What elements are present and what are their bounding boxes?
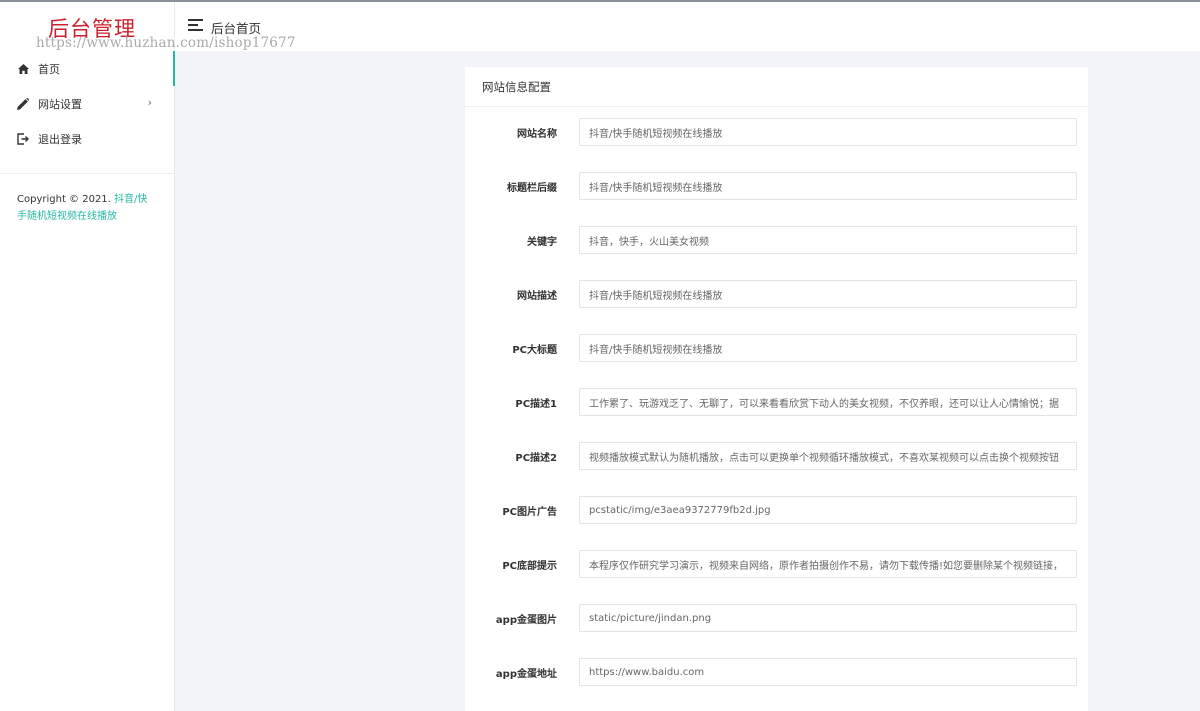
copyright: Copyright © 2021. 抖音/快手随机短视频在线播放 bbox=[0, 174, 174, 225]
field-label: PC描述1 bbox=[515, 399, 557, 410]
form-row-app-egg-url: app金蛋地址 bbox=[465, 658, 1088, 686]
sidebar-item-label: 首页 bbox=[38, 62, 60, 76]
field-label: app金蛋地址 bbox=[495, 669, 557, 680]
site-description-input[interactable] bbox=[579, 280, 1077, 308]
pc-description-2-input[interactable] bbox=[579, 442, 1077, 470]
keywords-input[interactable] bbox=[579, 226, 1077, 254]
sidebar: 后台管理 首页 网站设置 › 退出登录 Copyright © 2021. 抖音… bbox=[0, 2, 175, 711]
pc-image-ad-input[interactable] bbox=[579, 496, 1077, 524]
form-row-pc-description-1: PC描述1 bbox=[465, 388, 1088, 416]
card-title: 网站信息配置 bbox=[465, 67, 1088, 107]
field-label: PC大标题 bbox=[512, 345, 557, 356]
sidebar-menu: 首页 网站设置 › 退出登录 bbox=[0, 51, 175, 156]
watermark: https://www.huzhan.com/ishop17677 bbox=[36, 35, 296, 51]
field-label: app金蛋图片 bbox=[495, 615, 557, 626]
field-label: PC描述2 bbox=[515, 453, 557, 464]
title-suffix-input[interactable] bbox=[579, 172, 1077, 200]
chevron-right-icon: › bbox=[147, 96, 152, 109]
sidebar-item-label: 网站设置 bbox=[38, 97, 82, 111]
form-row-title-suffix: 标题栏后缀 bbox=[465, 172, 1088, 200]
sidebar-item-site-settings[interactable]: 网站设置 › bbox=[0, 86, 174, 121]
field-label: 关键字 bbox=[527, 237, 557, 248]
form-row-app-egg-image: app金蛋图片 bbox=[465, 604, 1088, 632]
app-egg-image-input[interactable] bbox=[579, 604, 1077, 632]
pc-footer-notice-input[interactable] bbox=[579, 550, 1077, 578]
form-row-keywords: 关键字 bbox=[465, 226, 1088, 254]
form-row-pc-image-ad: PC图片广告 bbox=[465, 496, 1088, 524]
pencil-icon bbox=[16, 97, 30, 111]
copyright-text: Copyright © 2021. bbox=[17, 194, 111, 205]
form-row-site-name: 网站名称 bbox=[465, 118, 1088, 146]
topbar: 后台首页 bbox=[175, 2, 1200, 51]
pc-title-input[interactable] bbox=[579, 334, 1077, 362]
home-icon bbox=[16, 62, 30, 76]
pc-description-1-input[interactable] bbox=[579, 388, 1077, 416]
sidebar-item-label: 退出登录 bbox=[38, 132, 82, 146]
field-label: PC图片广告 bbox=[502, 507, 557, 518]
field-label: 标题栏后缀 bbox=[507, 183, 557, 194]
app-egg-url-input[interactable] bbox=[579, 658, 1077, 686]
site-config-card: 网站信息配置 网站名称 标题栏后缀 关键字 网站描述 PC大标题 PC描述1 P… bbox=[465, 67, 1088, 711]
field-label: 网站描述 bbox=[517, 291, 557, 302]
logout-icon bbox=[16, 132, 30, 146]
form-row-pc-footer-notice: PC底部提示 bbox=[465, 550, 1088, 578]
field-label: PC底部提示 bbox=[502, 561, 557, 572]
menu-toggle-icon[interactable] bbox=[188, 19, 203, 32]
field-label: 网站名称 bbox=[517, 129, 557, 140]
sidebar-item-home[interactable]: 首页 bbox=[0, 51, 175, 86]
form-row-pc-description-2: PC描述2 bbox=[465, 442, 1088, 470]
sidebar-item-logout[interactable]: 退出登录 bbox=[0, 121, 174, 156]
form-row-pc-title: PC大标题 bbox=[465, 334, 1088, 362]
form-row-site-description: 网站描述 bbox=[465, 280, 1088, 308]
site-name-input[interactable] bbox=[579, 118, 1077, 146]
